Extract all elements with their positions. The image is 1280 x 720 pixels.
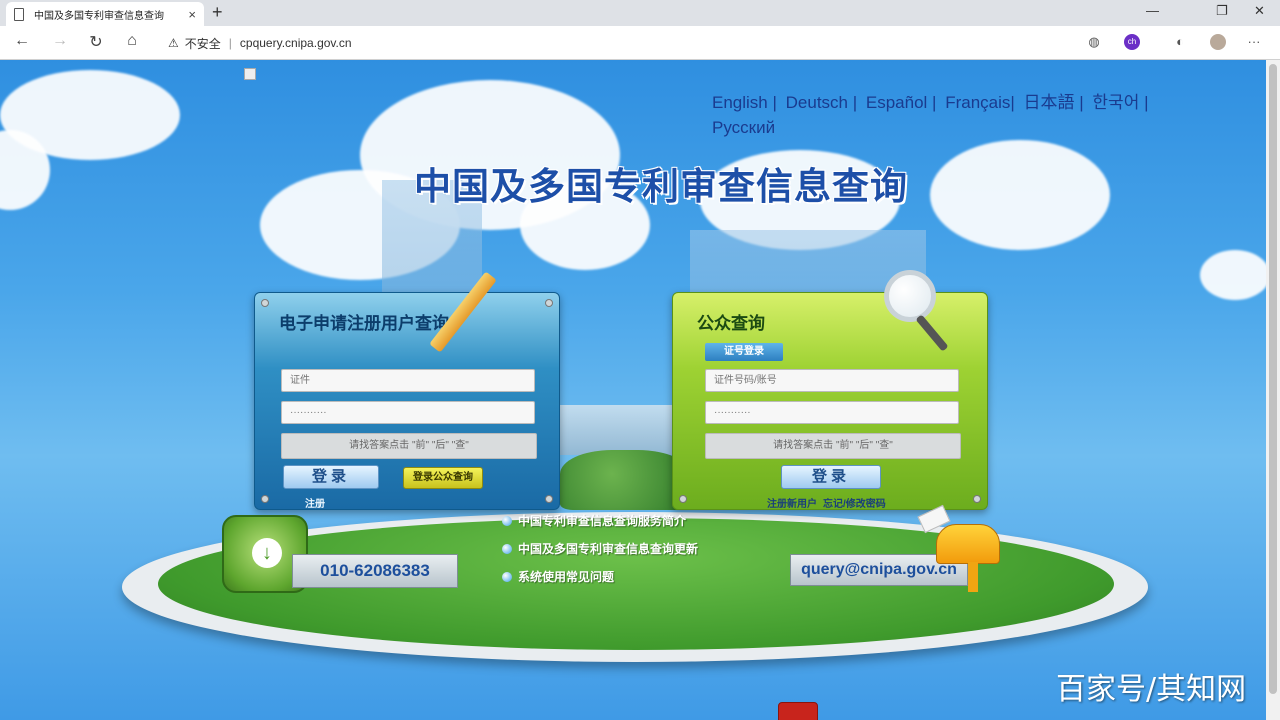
mailbox-post [968,562,978,592]
screw-decoration [679,495,687,503]
public-panel-title: 公众查询 [697,314,765,333]
tab-close-icon[interactable]: × [188,7,196,22]
phone-number: 010-62086383 [292,554,458,588]
download-arrow-icon: ↓ [252,538,282,568]
info-links: 中国专利审查信息查询服务简介 中国及多国专利审查信息查询更新 系统使用常见问题 [502,512,698,596]
screw-decoration [545,495,553,503]
mailbox-icon [916,504,1002,592]
browser-tab[interactable]: 中国及多国专利审查信息查询 × [6,2,204,26]
language-links: English | Deutsch | Español | Français| … [712,90,1202,140]
registered-captcha-field[interactable]: 请找答案点击 "前" "后" "查" [281,433,537,459]
register-new-user-link[interactable]: 注册新用户 [767,495,817,510]
bullet-icon [502,516,512,526]
screw-decoration [973,495,981,503]
info-link-faq[interactable]: 系统使用常见问题 [502,568,698,585]
trees-decoration [560,450,690,510]
cloud-decoration [1200,250,1266,300]
address-toolbar: ← → ↻ ⌂ ⚠ 不安全 | cpquery.cnipa.gov.cn ◍ c… [0,26,1280,60]
building-background [560,405,680,455]
home-button[interactable]: ⌂ [122,32,142,50]
tab-title: 中国及多国专利审查信息查询 [34,10,164,22]
forward-button[interactable]: → [50,32,70,50]
registered-login-panel: 电子申请注册用户查询 请找答案点击 "前" "后" "查" 登录 登录公众查询 … [254,292,560,510]
page-icon [14,7,24,21]
maximize-button[interactable]: ❐ [1216,3,1228,19]
back-button[interactable]: ← [12,32,32,50]
address-separator: | [228,36,232,50]
change-password-link[interactable]: 忘记/修改密码 [823,495,886,510]
new-tab-button[interactable]: + [212,2,223,23]
watermark: 百家号/其知网 [1056,672,1247,707]
registered-login-button[interactable]: 登录 [283,465,379,489]
url-text[interactable]: cpquery.cnipa.gov.cn [240,36,352,50]
extension-icon[interactable]: ch [1124,34,1140,50]
lang-deutsch[interactable]: Deutsch | [786,93,858,112]
info-link-updates[interactable]: 中国及多国专利审查信息查询更新 [502,540,698,557]
public-query-login-button[interactable]: 登录公众查询 [403,467,483,489]
lang-francais[interactable]: Français| [945,93,1015,112]
public-login-button[interactable]: 登录 [781,465,881,489]
mailbox-body [936,524,1000,564]
bullet-icon [502,572,512,582]
cloud-decoration [930,140,1110,250]
tab-strip: 中国及多国专利审查信息查询 × + — ❐ ✕ [0,0,1280,26]
more-menu-icon[interactable]: ··· [1246,34,1262,50]
page-viewport: English | Deutsch | Español | Français| … [0,60,1266,720]
profile-avatar[interactable] [1210,34,1226,50]
bullet-icon [502,544,512,554]
public-username-input[interactable] [705,369,959,392]
registered-username-input[interactable] [281,369,535,392]
screw-decoration [261,495,269,503]
lang-korean[interactable]: 한국어 | [1092,93,1148,112]
security-label[interactable]: 不安全 [185,35,221,52]
lang-japanese[interactable]: 日本語 | [1024,93,1084,112]
magnifier-icon [884,270,936,322]
public-password-input[interactable] [705,401,959,424]
minimize-button[interactable]: — [1146,3,1159,18]
screw-decoration [261,299,269,307]
page-title: 中国及多国专利审查信息查询 [414,166,908,207]
public-captcha-field[interactable]: 请找答案点击 "前" "后" "查" [705,433,961,459]
registered-panel-title: 电子申请注册用户查询 [279,314,449,333]
register-link[interactable]: 注册 [305,495,325,510]
broken-image-icon [244,68,256,80]
reload-button[interactable]: ↻ [86,32,106,52]
lang-english[interactable]: English | [712,93,777,112]
collections-icon[interactable]: ◐ [1172,34,1188,50]
registered-password-input[interactable] [281,401,535,424]
address-bar[interactable]: ⚠ 不安全 | cpquery.cnipa.gov.cn [158,30,1118,56]
screw-decoration [545,299,553,307]
tracking-prevention-icon[interactable]: ◍ [1086,34,1102,50]
warning-triangle-icon[interactable]: ⚠ [168,36,179,50]
info-link-intro[interactable]: 中国专利审查信息查询服务简介 [502,512,698,529]
public-login-panel: 公众查询 证号登录 请找答案点击 "前" "后" "查" 登录 注册新用户 忘记… [672,292,988,510]
emblem-icon [778,702,818,720]
close-window-button[interactable]: ✕ [1254,3,1265,19]
vertical-scrollbar[interactable] [1266,60,1280,720]
scrollbar-thumb[interactable] [1269,64,1277,694]
lang-espanol[interactable]: Español | [866,93,937,112]
lang-russian[interactable]: Русский [712,118,775,137]
tab-id-login[interactable]: 证号登录 [705,343,783,361]
